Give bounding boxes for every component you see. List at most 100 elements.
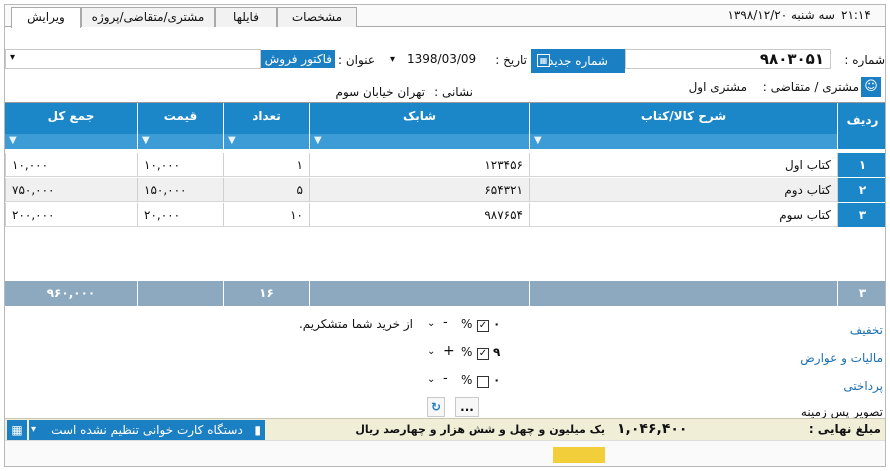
filter-icon[interactable]: ▼ (314, 135, 322, 146)
totals-price (137, 281, 223, 306)
column-header-description[interactable]: شرح کالا/کتاب ▼ (529, 103, 837, 149)
title-dropdown-chevron-icon[interactable]: ▾ (10, 52, 15, 63)
status-bar: مبلغ نهایی : ۱,۰۴۶,۴۰۰ یک میلیون و چهل و… (5, 418, 885, 440)
payment-dropdown-chevron-icon[interactable]: ⌄ (427, 374, 435, 385)
column-header-row-number[interactable]: ردیف (837, 103, 885, 149)
card-reader-icon: ▮ (254, 423, 261, 437)
filter-icon[interactable]: ▼ (534, 135, 542, 146)
tax-dropdown-chevron-icon[interactable]: ⌄ (427, 346, 435, 357)
number-label: شماره : (844, 53, 885, 67)
card-reader-dropdown[interactable]: دستگاه کارت خوانی تنظیم نشده است ▾ ▮ (29, 420, 265, 440)
card-reader-chevron-icon[interactable]: ▾ (31, 420, 36, 440)
row-number: ۳ (837, 203, 885, 227)
column-header-quantity[interactable]: تعداد ▼ (223, 103, 309, 149)
tax-plus-button[interactable]: + (443, 343, 455, 359)
row-number: ۱ (837, 153, 885, 177)
filter-icon[interactable]: ▼ (9, 135, 17, 146)
discount-dropdown-chevron-icon[interactable]: ⌄ (427, 318, 435, 329)
row-total[interactable]: ۱۰,۰۰۰ (5, 153, 137, 177)
new-number-button[interactable]: شماره جدید ▦ (531, 49, 625, 73)
payment-label: پرداختی (843, 379, 883, 393)
note-box[interactable]: از خرید شما متشکریم. (5, 311, 419, 415)
payment-percent-label: % (461, 373, 473, 387)
grid-totals-row: ۳ ۱۶ ۹۶۰,۰۰۰ (5, 281, 885, 306)
row-total[interactable]: ۷۵۰,۰۰۰ (5, 178, 137, 202)
row-isbn[interactable]: ۹۸۷۶۵۴ (309, 203, 529, 227)
row-total[interactable]: ۲۰۰,۰۰۰ (5, 203, 137, 227)
filter-icon[interactable]: ▼ (142, 135, 150, 146)
payment-minus-button[interactable]: - (443, 371, 448, 386)
card-reader-status: دستگاه کارت خوانی تنظیم نشده است (51, 423, 243, 437)
row-price[interactable]: ۲۰,۰۰۰ (137, 203, 223, 227)
row-number: ۲ (837, 178, 885, 202)
table-row[interactable]: ۲ کتاب دوم ۶۵۴۳۲۱ ۵ ۱۵۰,۰۰۰ ۷۵۰,۰۰۰ (5, 178, 885, 202)
address-value: تهران خیابان سوم (335, 85, 425, 99)
totals-sum: ۹۶۰,۰۰۰ (46, 286, 96, 300)
address-label: نشانی : (434, 85, 473, 99)
bottom-bar (5, 440, 885, 466)
discount-minus-button[interactable]: - (443, 315, 448, 330)
tax-label: مالیات و عوارض (800, 351, 883, 365)
date-value[interactable]: 1398/03/09 (407, 52, 487, 66)
invoice-window: ۲۱:۱۴ سه شنبه ۱۳۹۸/۱۲/۲۰ مشخصات فایلها م… (4, 4, 886, 467)
background-image-label: تصویر پس زمینه (800, 405, 883, 419)
column-header-isbn[interactable]: شابک ▼ (309, 103, 529, 149)
final-amount-words: یک میلیون و چهل و شش هزار و چهارصد ریال (355, 423, 605, 436)
register-button[interactable] (553, 447, 605, 463)
row-quantity[interactable]: ۵ (223, 178, 309, 202)
row-isbn[interactable]: ۶۵۴۳۲۱ (309, 178, 529, 202)
row-description[interactable]: کتاب اول (529, 153, 837, 177)
tax-value[interactable]: ۹ (493, 345, 500, 359)
table-row[interactable]: ۱ کتاب اول ۱۲۳۴۵۶ ۱ ۱۰,۰۰۰ ۱۰,۰۰۰ (5, 153, 885, 177)
column-header-price[interactable]: قیمت ▼ (137, 103, 223, 149)
totals-isbn (309, 281, 529, 306)
date-label: تاریخ : (495, 53, 527, 67)
table-row[interactable]: ۳ کتاب سوم ۹۸۷۶۵۴ ۱۰ ۲۰,۰۰۰ ۲۰۰,۰۰۰ (5, 203, 885, 227)
row-description[interactable]: کتاب سوم (529, 203, 837, 227)
current-date: سه شنبه ۱۳۹۸/۱۲/۲۰ (727, 8, 835, 22)
note-text: از خرید شما متشکریم. (298, 317, 413, 331)
customer-value: مشتری اول (688, 80, 747, 94)
row-description[interactable]: کتاب دوم (529, 178, 837, 202)
date-dropdown-chevron-icon[interactable]: ▾ (390, 54, 402, 65)
discount-percent-checkbox[interactable]: ✓ (477, 320, 489, 332)
customer-users-icon[interactable]: ☺ (861, 77, 881, 97)
tab-files[interactable]: فایلها (215, 7, 277, 27)
row-quantity[interactable]: ۱ (223, 153, 309, 177)
tax-percent-checkbox[interactable]: ✓ (477, 348, 489, 360)
number-field[interactable]: ۹۸۰۳۰۵۱ (625, 49, 831, 69)
clock: ۲۱:۱۴ (841, 8, 871, 22)
title-label: عنوان : (338, 53, 375, 67)
totals-row-count: ۳ (837, 281, 885, 306)
final-amount-value: ۱,۰۴۶,۴۰۰ (617, 421, 688, 437)
final-amount-label: مبلغ نهایی : (808, 422, 881, 436)
totals-description (529, 281, 837, 306)
row-price[interactable]: ۱۵۰,۰۰۰ (137, 178, 223, 202)
discount-percent-label: % (461, 317, 473, 331)
lower-panel: از خرید شما متشکریم. ۰ ✓ % - ⌄ ۹ ✓ % + ⌄… (5, 307, 885, 419)
row-isbn[interactable]: ۱۲۳۴۵۶ (309, 153, 529, 177)
items-grid: ردیف شرح کالا/کتاب ▼ شابک ▼ تعداد ▼ قیمت… (5, 102, 885, 306)
column-header-total[interactable]: جمع کل ▼ (5, 103, 137, 149)
row-price[interactable]: ۱۰,۰۰۰ (137, 153, 223, 177)
new-number-label: شماره جدید (548, 54, 608, 68)
customer-label: مشتری / متقاضی : (762, 80, 859, 94)
title-value[interactable]: فاکتور فروش (261, 50, 335, 68)
row-quantity[interactable]: ۱۰ (223, 203, 309, 227)
tax-percent-label: % (461, 345, 473, 359)
payment-value[interactable]: ۰ (493, 373, 500, 387)
tab-customer-project[interactable]: مشتری/متقاضی/پروژه (81, 7, 215, 27)
totals-quantity: ۱۶ (223, 281, 309, 306)
adjustment-controls: ۰ ✓ % - ⌄ ۹ ✓ % + ⌄ ۰ % - ⌄ ↻ ... (423, 313, 515, 417)
title-field[interactable]: ▾ (5, 49, 261, 69)
tab-edit[interactable]: ویرایش (11, 7, 81, 28)
tab-details[interactable]: مشخصات (277, 7, 357, 27)
filter-icon[interactable]: ▼ (228, 135, 236, 146)
more-options-button[interactable]: ... (455, 397, 479, 417)
payment-percent-checkbox[interactable] (477, 376, 489, 388)
calculator-icon[interactable]: ▦ (7, 420, 27, 440)
top-tab-bar: ۲۱:۱۴ سه شنبه ۱۳۹۸/۱۲/۲۰ مشخصات فایلها م… (5, 5, 885, 28)
refresh-icon[interactable]: ↻ (427, 397, 445, 417)
discount-value[interactable]: ۰ (493, 317, 500, 331)
calculator-icon: ▦ (537, 54, 550, 67)
